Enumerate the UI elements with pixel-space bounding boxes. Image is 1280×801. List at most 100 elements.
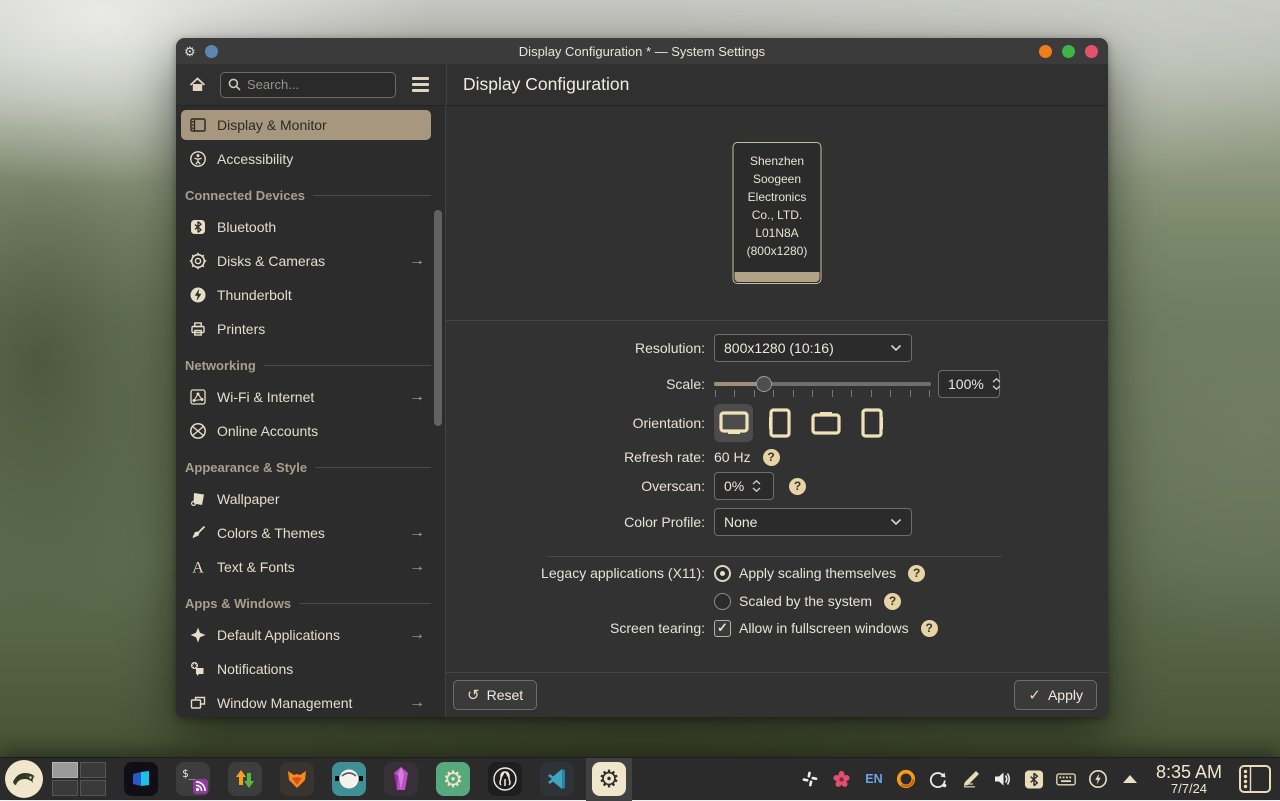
display-settings-form: Resolution: 800x1280 (10:16) Scale: xyxy=(446,321,1108,672)
sidebar-item-wallpaper[interactable]: Wallpaper xyxy=(181,484,431,514)
scale-slider[interactable] xyxy=(714,370,931,398)
gem-icon xyxy=(390,766,412,792)
sidebar-item-window-management[interactable]: Window Management → xyxy=(181,688,431,717)
checkbox-allow-fullscreen-tearing[interactable]: ✓ xyxy=(714,620,731,637)
tray-expand-arrow-icon[interactable] xyxy=(1120,769,1140,789)
tray-bluetooth-icon[interactable] xyxy=(1024,769,1044,789)
pager-desktop-3[interactable] xyxy=(52,780,78,796)
accessibility-icon xyxy=(189,150,207,168)
sidebar-item-thunderbolt[interactable]: Thunderbolt xyxy=(181,280,431,310)
legacy-option2-help-icon[interactable]: ? xyxy=(884,593,901,610)
reset-button[interactable]: ↺ Reset xyxy=(453,680,537,710)
blue-mail-icon xyxy=(130,768,152,790)
sidebar-item-accessibility[interactable]: Accessibility xyxy=(181,144,431,174)
tray-volume-icon[interactable] xyxy=(992,769,1012,789)
taskbar-app-kraken[interactable] xyxy=(488,762,522,796)
sidebar-item-label: Default Applications xyxy=(217,627,340,643)
sidebar-item-display-monitor[interactable]: Display & Monitor xyxy=(181,110,431,140)
clock-widget[interactable]: 8:35 AM 7/7/24 xyxy=(1156,763,1222,796)
titlebar[interactable]: ⚙ Display Configuration * — System Setti… xyxy=(176,38,1108,64)
form-separator xyxy=(547,556,1002,557)
tray-keyboard-layout[interactable]: EN xyxy=(864,769,884,789)
resolution-dropdown[interactable]: 800x1280 (10:16) xyxy=(714,334,912,362)
sidebar-scrollbar[interactable] xyxy=(434,210,442,426)
tray-battery-icon[interactable] xyxy=(1088,769,1108,789)
sidebar-item-text-fonts[interactable]: A Text & Fonts → xyxy=(181,552,431,582)
virtual-desktop-pager[interactable] xyxy=(52,762,106,796)
maximize-button[interactable] xyxy=(1062,45,1075,58)
refresh-rate-value: 60 Hz xyxy=(714,449,751,465)
search-box[interactable] xyxy=(220,72,396,98)
legacy-option2-label[interactable]: Scaled by the system xyxy=(739,593,872,609)
toolbar-divider xyxy=(446,64,447,105)
refresh-help-icon[interactable]: ? xyxy=(763,449,780,466)
taskbar-app-transfer[interactable] xyxy=(228,762,262,796)
tearing-help-icon[interactable]: ? xyxy=(921,620,938,637)
tray-sync-updates-icon[interactable] xyxy=(928,769,948,789)
text-fonts-icon: A xyxy=(189,558,207,576)
tearing-option-label[interactable]: Allow in fullscreen windows xyxy=(739,620,909,636)
tray-virtual-keyboard-icon[interactable] xyxy=(1056,769,1076,789)
tray-slack-icon[interactable] xyxy=(800,769,820,789)
sidebar-item-notifications[interactable]: ✱ Notifications xyxy=(181,654,431,684)
search-input[interactable] xyxy=(247,77,388,92)
orientation-landscape-flipped-button[interactable] xyxy=(806,404,845,442)
sidebar-item-online-accounts[interactable]: Online Accounts xyxy=(181,416,431,446)
peek-desktop-button[interactable] xyxy=(1238,764,1272,794)
sidebar-item-bluetooth[interactable]: Bluetooth xyxy=(181,212,431,242)
gear-eye-icon: ⚙ xyxy=(443,766,464,793)
monitor-preview-area: Shenzhen Soogeen Electronics Co., LTD. L… xyxy=(446,106,1108,321)
overscan-help-icon[interactable]: ? xyxy=(789,478,806,495)
taskbar-app-green-gear[interactable]: ⚙ xyxy=(436,762,470,796)
sidebar-item-colors-themes[interactable]: Colors & Themes → xyxy=(181,518,431,548)
orientation-landscape-button[interactable] xyxy=(714,404,753,442)
taskbar-app-blue-mail[interactable] xyxy=(124,762,158,796)
legacy-option1-help-icon[interactable]: ? xyxy=(908,565,925,582)
scale-spinbox[interactable]: 100% xyxy=(938,370,1000,398)
radio-apply-scaling-themselves[interactable] xyxy=(714,565,731,582)
taskbar-app-fox-browser[interactable] xyxy=(280,762,314,796)
spin-arrows[interactable] xyxy=(992,378,1001,390)
taskbar-app-gem[interactable] xyxy=(384,762,418,796)
home-button[interactable] xyxy=(182,76,212,94)
overscan-spinbox[interactable]: 0% xyxy=(714,472,774,500)
tray-pencil-notes-icon[interactable] xyxy=(960,769,980,789)
spin-arrows[interactable] xyxy=(752,480,761,492)
minimize-button[interactable] xyxy=(1039,45,1052,58)
taskbar-app-terminal[interactable]: $_ xyxy=(176,762,210,796)
sidebar-item-wifi-internet[interactable]: Wi-Fi & Internet → xyxy=(181,382,431,412)
peek-desktop-icon xyxy=(1238,764,1272,794)
pager-desktop-2[interactable] xyxy=(80,762,106,778)
radio-scaled-by-system[interactable] xyxy=(714,593,731,610)
orientation-portrait-button[interactable] xyxy=(760,404,799,442)
clock-date: 7/7/24 xyxy=(1156,782,1222,796)
pager-desktop-4[interactable] xyxy=(80,780,106,796)
sidebar-item-printers[interactable]: Printers xyxy=(181,314,431,344)
chevron-right-icon: → xyxy=(409,388,425,406)
orientation-portrait-flipped-button[interactable] xyxy=(852,404,891,442)
screen-tearing-label: Screen tearing: xyxy=(446,620,705,636)
sidebar-item-label: Wi-Fi & Internet xyxy=(217,389,314,405)
opensuse-launcher-button[interactable] xyxy=(5,760,43,798)
orientation-portrait-icon xyxy=(767,407,793,439)
overscan-label: Overscan: xyxy=(446,478,705,494)
color-profile-dropdown[interactable]: None xyxy=(714,508,912,536)
tray-flower-input-icon[interactable] xyxy=(832,769,852,789)
sidebar-item-default-applications[interactable]: Default Applications → xyxy=(181,620,431,650)
taskbar-app-system-settings-active[interactable]: ⚙ xyxy=(592,762,626,796)
thunderbolt-icon xyxy=(189,286,207,304)
tray-orange-ring-icon[interactable] xyxy=(896,769,916,789)
taskbar-app-teal-media[interactable] xyxy=(332,762,366,796)
menu-button[interactable] xyxy=(412,77,429,92)
apply-button[interactable]: ✓ Apply xyxy=(1014,680,1097,710)
taskbar-app-code-editor[interactable] xyxy=(540,762,574,796)
monitor-label: Shenzhen Soogeen Electronics Co., LTD. L… xyxy=(734,143,821,272)
close-button[interactable] xyxy=(1085,45,1098,58)
colors-themes-icon xyxy=(189,524,207,542)
sidebar-item-disks-cameras[interactable]: Disks & Cameras → xyxy=(181,246,431,276)
pager-desktop-1[interactable] xyxy=(52,762,78,778)
monitor-preview[interactable]: Shenzhen Soogeen Electronics Co., LTD. L… xyxy=(733,142,822,284)
resolution-value: 800x1280 (10:16) xyxy=(724,340,834,356)
legacy-option1-label[interactable]: Apply scaling themselves xyxy=(739,565,896,581)
settings-gear-icon: ⚙ xyxy=(598,765,620,794)
